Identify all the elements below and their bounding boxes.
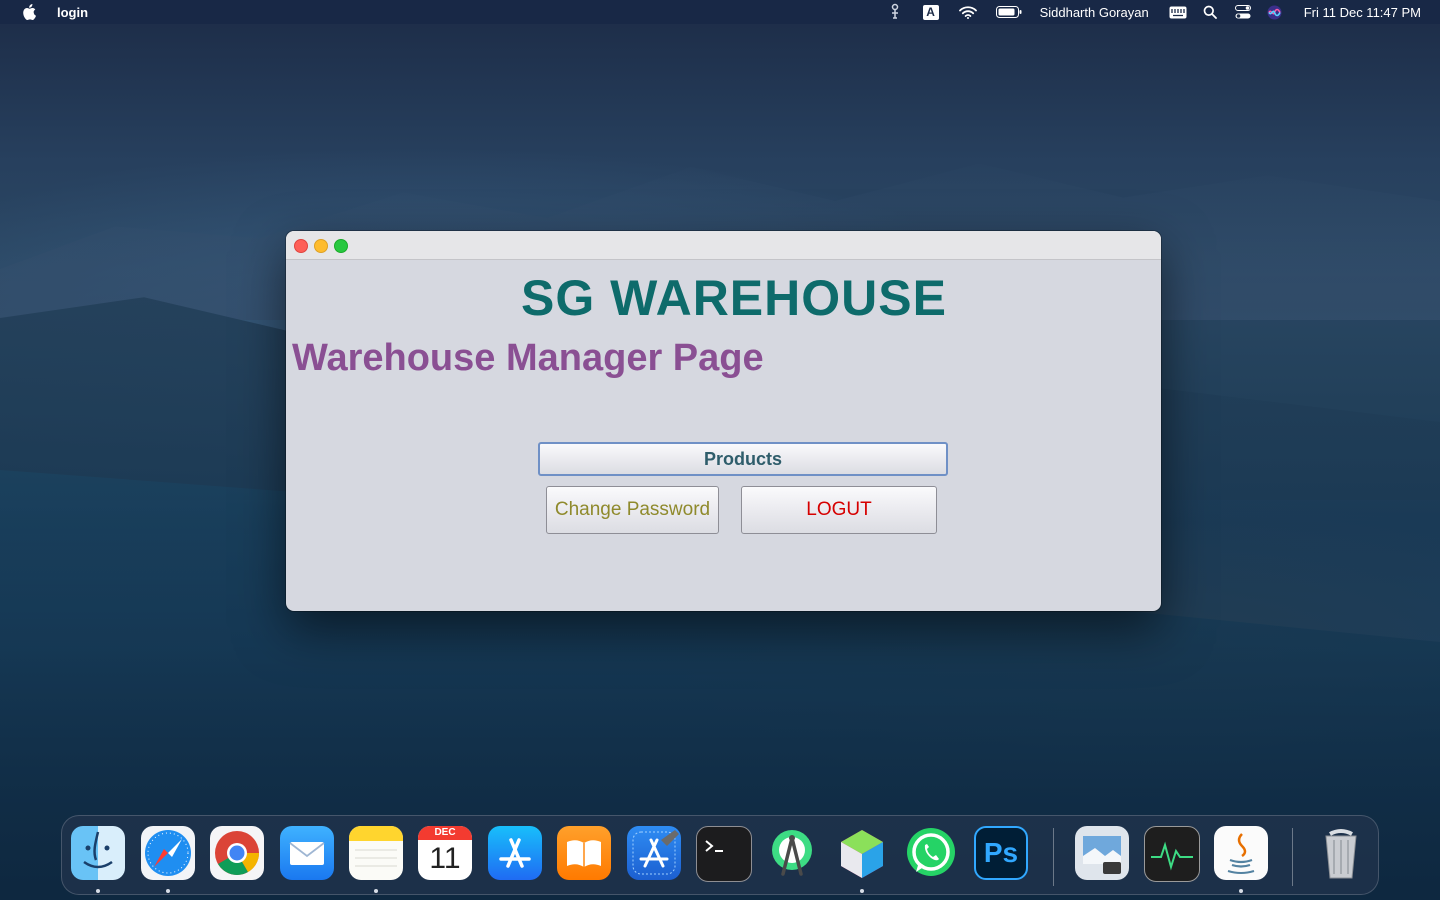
finder-icon[interactable] — [71, 826, 125, 880]
calendar-day: 11 — [429, 842, 461, 875]
dock-separator — [1053, 828, 1054, 886]
mail-icon[interactable] — [280, 826, 334, 880]
wifi-icon[interactable] — [958, 0, 977, 24]
control-center-icon[interactable] — [1234, 0, 1251, 24]
script-editor-icon[interactable] — [889, 0, 901, 24]
input-source-icon[interactable]: A — [922, 0, 939, 24]
minimize-window-button[interactable] — [314, 239, 328, 253]
keyboard-icon[interactable] — [1169, 0, 1187, 24]
android-studio-icon[interactable] — [765, 826, 819, 880]
trash-icon[interactable] — [1314, 826, 1368, 880]
netbeans-icon[interactable] — [835, 826, 889, 880]
calendar-month: DEC — [418, 826, 472, 840]
xcode-icon[interactable] — [627, 826, 681, 880]
input-source-letter: A — [922, 4, 939, 20]
books-icon[interactable] — [557, 826, 611, 880]
page-title: SG WAREHOUSE — [521, 270, 947, 326]
safari-running-indicator — [166, 889, 170, 893]
activity-monitor-icon[interactable] — [1144, 826, 1200, 882]
photoshop-icon[interactable]: Ps — [974, 826, 1028, 880]
finder-running-indicator — [96, 889, 100, 893]
calendar-icon[interactable]: DEC 11 — [418, 826, 472, 880]
app-store-icon[interactable] — [488, 826, 542, 880]
window-titlebar[interactable] — [286, 231, 1161, 260]
dock-separator-trash — [1292, 828, 1293, 886]
close-window-button[interactable] — [294, 239, 308, 253]
page-subtitle: Warehouse Manager Page — [292, 337, 764, 379]
logout-button[interactable]: LOGUT — [741, 486, 937, 534]
app-window: SG WAREHOUSE Warehouse Manager Page Prod… — [286, 231, 1161, 611]
chrome-icon[interactable] — [210, 826, 264, 880]
safari-icon[interactable] — [141, 826, 195, 880]
netbeans-running-indicator — [860, 889, 864, 893]
clock-datetime[interactable]: Fri 11 Dec 11:47 PM — [1304, 5, 1421, 20]
spotlight-search-icon[interactable] — [1203, 0, 1217, 24]
siri-icon[interactable] — [1267, 0, 1282, 24]
whatsapp-icon[interactable] — [904, 826, 958, 880]
change-password-button[interactable]: Change Password — [546, 486, 719, 534]
battery-icon[interactable] — [995, 0, 1022, 24]
menu-bar: login A Siddharth Gorayan Fri 11 Dec 11:… — [0, 0, 1440, 24]
notes-running-indicator — [374, 889, 378, 893]
java-icon[interactable] — [1214, 826, 1268, 880]
preview-icon[interactable] — [1075, 826, 1129, 880]
user-name[interactable]: Siddharth Gorayan — [1040, 5, 1149, 20]
java-running-indicator — [1239, 889, 1243, 893]
terminal-icon[interactable] — [696, 826, 752, 882]
products-button[interactable]: Products — [538, 442, 948, 476]
active-app-name[interactable]: login — [57, 5, 88, 20]
zoom-window-button[interactable] — [334, 239, 348, 253]
photoshop-label: Ps — [983, 837, 1019, 868]
apple-icon[interactable] — [21, 4, 37, 20]
notes-icon[interactable] — [349, 826, 403, 880]
dock: DEC 11 Ps — [61, 815, 1379, 895]
